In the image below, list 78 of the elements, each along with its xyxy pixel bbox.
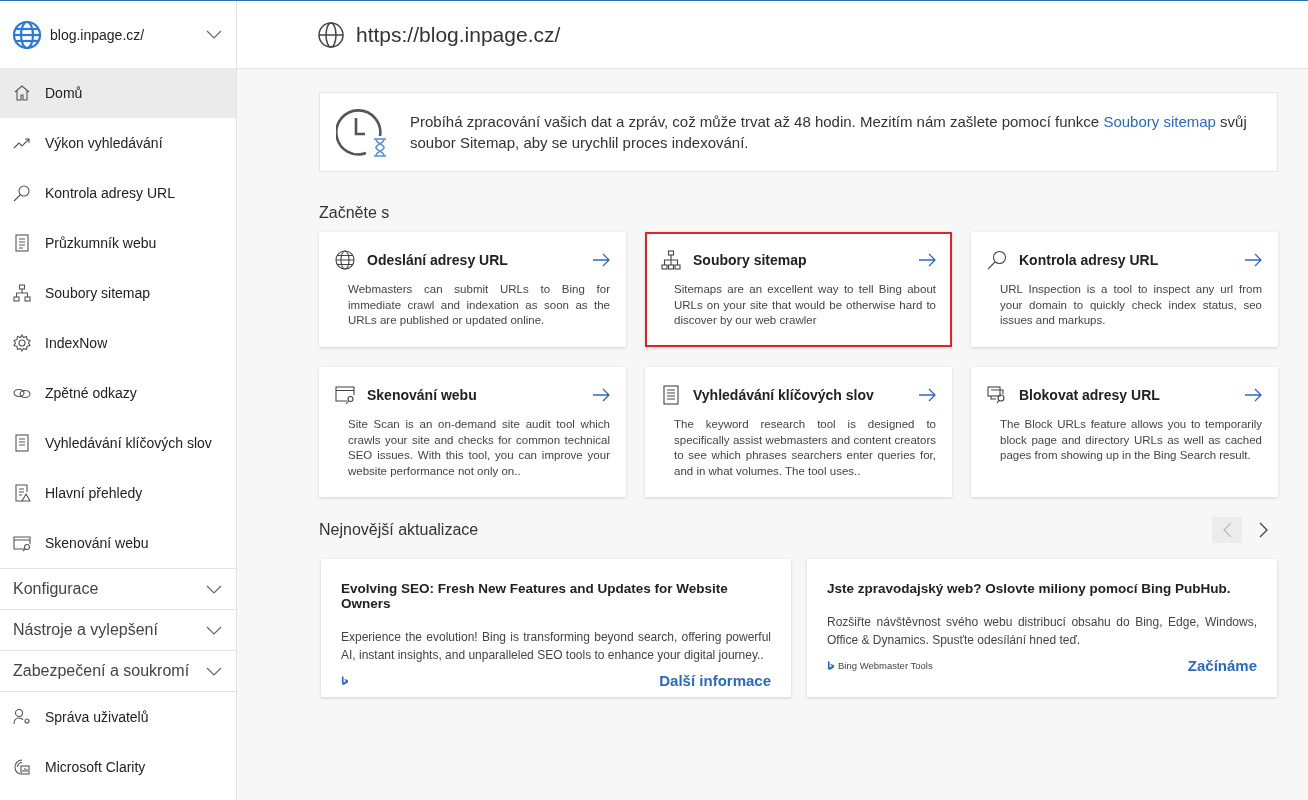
nav-item[interactable]: Hlavní přehledy	[0, 468, 236, 518]
sitemap-link[interactable]: Soubory sitemap	[1103, 113, 1216, 130]
chevron-icon	[206, 666, 222, 676]
update-title: Jste zpravodajský web? Oslovte miliony pomocí Bing PubHub.	[827, 581, 1232, 596]
nav-item[interactable]: Domů	[0, 68, 236, 118]
nav-item[interactable]: Správa uživatelů	[0, 692, 236, 742]
card-description: Webmasters can submit URLs to Bing for immediate crawl and indexation as soon as the URLs are published or updated online.	[348, 282, 610, 328]
nav-item[interactable]: Soubory sitemap	[0, 268, 236, 318]
card-description: Sitemaps are an excellent way to tell Bing about URLs on your site that would be otherwise hard to discover by our web crawler	[674, 282, 936, 328]
bing-logo-icon	[341, 675, 348, 686]
globe-icon	[12, 19, 42, 50]
nav-item[interactable]: Vyhledávání klíčových slov	[0, 418, 236, 468]
home-icon	[13, 84, 31, 102]
nav-item[interactable]: Kontrola adresy URL	[0, 168, 236, 218]
nav-item[interactable]: Zpětné odkazy	[0, 368, 236, 418]
tool-card[interactable]: Kontrola adresy URL URL Inspection is a tool to inspect any url from your domain to quickly check index status, seo issues and markups.	[971, 232, 1278, 347]
nav-item[interactable]: IndexNow	[0, 318, 236, 368]
tool-card[interactable]: Blokovat adresy URL The Block URLs feature allows you to temporarily block page and directory URLs as well as cached pages from showing up in the Bing Search result.	[971, 367, 1278, 497]
tool-card[interactable]: Skenování webu Site Scan is an on-demand site audit tool which crawls your site and checks for common technical SEO issues. With this tool, you can improve your website performance not only on..	[319, 367, 626, 497]
notice-text: Probíhá zpracování vašich dat a zpráv, což může trvat až 48 hodin. Mezitím nám zašlete pomocí funkce Soubory sitemap svůj soubor Sitemap, aby se urychlil proces indexování.	[410, 112, 1248, 153]
card-description: Site Scan is an on-demand site audit tool which crawls your site and checks for common technical SEO issues. With this tool, you can improve your website performance not only on..	[348, 417, 610, 479]
bing-logo-icon	[827, 660, 834, 671]
nav-section[interactable]: Nástroje a vylepšení	[0, 609, 236, 650]
arrow-right-icon[interactable]	[1244, 253, 1262, 267]
site-url: https://blog.inpage.cz/	[356, 22, 561, 47]
card-title: Blokovat adresy URL	[1019, 387, 1161, 403]
clarity-icon	[13, 758, 31, 776]
arrow-right-icon[interactable]	[1244, 388, 1262, 402]
list-icon	[13, 434, 31, 452]
card-title: Odeslání adresy URL	[367, 252, 509, 268]
search-icon	[13, 184, 31, 202]
search-icon	[987, 250, 1007, 270]
nav-item[interactable]: Průzkumník webu	[0, 218, 236, 268]
block-icon	[987, 385, 1007, 405]
tool-card[interactable]: Soubory sitemap Sitemaps are an excellent way to tell Bing about URLs on your site that would be otherwise hard to discover by our web crawler	[645, 232, 952, 347]
arrow-right-icon[interactable]	[592, 253, 610, 267]
report-icon	[13, 484, 31, 502]
nav-item[interactable]: Microsoft Clarity	[0, 742, 236, 792]
user-icon	[13, 708, 31, 726]
tree-icon	[13, 284, 31, 302]
tool-card[interactable]: Odeslání adresy URL Webmasters can submit URLs to Bing for immediate crawl and indexation as soon as the URLs are published or updated online.	[319, 232, 626, 347]
arrow-right-icon[interactable]	[592, 388, 610, 402]
globe-icon	[318, 21, 344, 48]
chevron-left-icon	[1222, 522, 1232, 538]
gear-icon	[13, 334, 31, 352]
globe-icon	[335, 250, 355, 270]
card-description: URL Inspection is a tool to inspect any url from your domain to quickly check index status, seo issues and markups.	[1000, 282, 1262, 328]
update-title: Evolving SEO: Fresh New Features and Updates for Website Owners	[341, 581, 729, 611]
update-link[interactable]: Začínáme	[1187, 657, 1257, 674]
card-title: Kontrola adresy URL	[1019, 252, 1160, 268]
chevron-icon	[206, 30, 222, 39]
update-link[interactable]: Další informace	[659, 672, 771, 689]
chevron-icon	[206, 625, 222, 635]
section-heading: Začněte s	[319, 204, 391, 222]
chevron-right-icon	[1258, 522, 1268, 538]
update-text: Rozšiřte návštěvnost svého webu distribucí obsahu do Bing, Edge, Windows, Office & Dynamics. Spusťte odesílání hned teď.	[827, 614, 1257, 649]
update-text: Experience the evolution! Bing is transforming beyond search, offering powerful AI, instant insights, and unparalleled SEO tools to enhance your digital journey..	[341, 629, 771, 664]
scan-icon	[335, 385, 355, 405]
nav-section[interactable]: Konfigurace	[0, 568, 236, 609]
arrow-right-icon[interactable]	[918, 253, 936, 267]
card-title: Vyhledávání klíčových slov	[693, 387, 875, 403]
tree-icon	[661, 250, 681, 270]
card-title: Skenování webu	[367, 387, 478, 403]
list-icon	[661, 385, 681, 405]
nav-item[interactable]: Skenování webu	[0, 518, 236, 568]
arrow-right-icon[interactable]	[918, 388, 936, 402]
brand-name: Bing Webmaster Tools	[838, 660, 933, 671]
card-description: The Block URLs feature allows you to temporarily block page and directory URLs as well as cached pages from showing up in the Bing Search result.	[1000, 417, 1262, 463]
nav-section[interactable]: Zabezpečení a soukromí	[0, 650, 236, 692]
card-title: Soubory sitemap	[693, 252, 808, 268]
scan-icon	[13, 534, 31, 552]
tool-card[interactable]	[645, 367, 952, 497]
card-description: The keyword research tool is designed to specifically assist webmasters and content creators to see which phrases searchers enter queries for, and in what volumes. The tool uses..	[674, 417, 936, 479]
doc-icon	[13, 234, 31, 252]
chevron-icon	[206, 584, 222, 594]
nav-item[interactable]: Výkon vyhledávání	[0, 118, 236, 168]
site-selector[interactable]: blog.inpage.cz/	[0, 1, 236, 68]
section-heading: Nejnovější aktualizace	[319, 521, 479, 539]
